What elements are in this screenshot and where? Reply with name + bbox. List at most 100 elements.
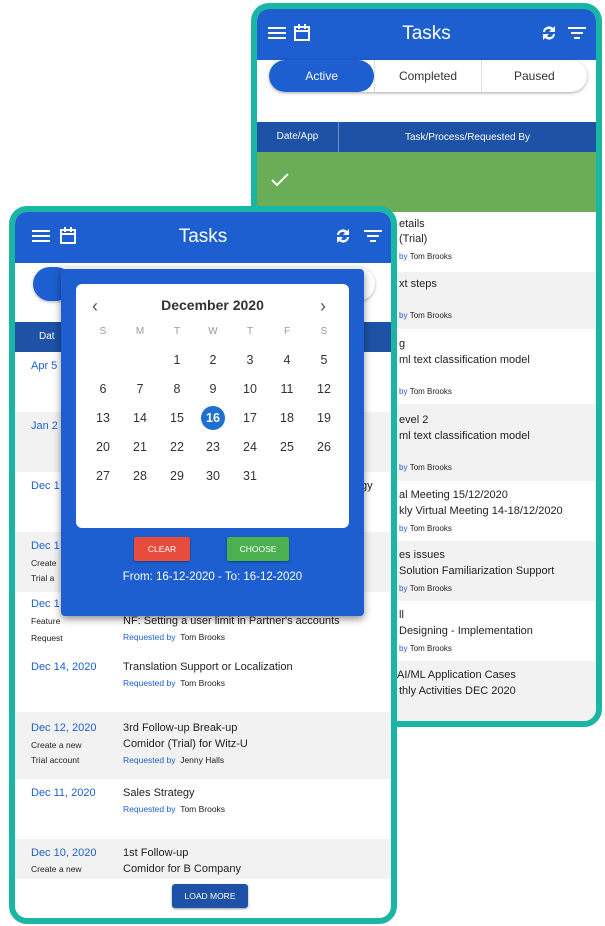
choose-button[interactable]: CHOOSE	[227, 537, 289, 561]
calendar-day[interactable]: 26	[312, 435, 336, 459]
completed-row-highlight[interactable]	[257, 152, 596, 212]
row-app: Create a new	[31, 864, 82, 874]
load-more-button[interactable]: LOAD MORE	[172, 884, 248, 908]
requested-by: Requested by Jenny Halls	[123, 755, 225, 765]
task-title: evel 2	[399, 414, 429, 426]
requested-by: Requested by Tom Brooks	[123, 804, 226, 814]
column-date-app: Date/App	[257, 122, 339, 152]
row-app: Create a new	[31, 740, 82, 750]
task-title-line2: ml text classification model	[399, 354, 530, 366]
table-row[interactable]: Dec 14, 2020 Translation Support or Loca…	[15, 652, 391, 712]
task-title-line2: thly Activities DEC 2020	[399, 685, 516, 697]
calendar-month-title: December 2020	[161, 297, 264, 313]
row-app: Feature	[31, 616, 61, 626]
row-date: Dec 1	[31, 480, 60, 492]
clear-button[interactable]: CLEAR	[134, 537, 190, 561]
tab-paused[interactable]: Paused	[480, 60, 587, 92]
tab-completed[interactable]: Completed	[374, 60, 480, 92]
task-title: NF: Setting a user limit in Partner's ac…	[123, 615, 340, 627]
calendar-day[interactable]: 13	[91, 406, 115, 430]
sync-icon[interactable]	[539, 23, 561, 45]
table-row[interactable]: Dec 12, 2020 Create a new Trial account …	[15, 712, 391, 779]
requested-by: by Tom Brooks	[399, 387, 452, 396]
calendar-day[interactable]: 23	[201, 435, 225, 459]
calendar-day[interactable]: 21	[128, 435, 152, 459]
calendar-day[interactable]: 15	[165, 406, 189, 430]
calendar-day[interactable]: 10	[238, 377, 262, 401]
requested-by: by Tom Brooks	[399, 524, 452, 533]
weekday-label: S	[99, 326, 107, 337]
row-date: Jan 2	[31, 420, 58, 432]
weekday-label: T	[246, 326, 254, 337]
task-title: Sales Strategy	[123, 787, 195, 799]
row-app-line2: Trial a	[31, 573, 55, 583]
task-title-line2: Designing - Implementation	[399, 625, 533, 637]
calendar-day[interactable]: 25	[275, 435, 299, 459]
app-bar: Tasks	[15, 212, 391, 263]
calendar-day[interactable]: 3	[238, 348, 262, 372]
task-title: es issues	[399, 549, 445, 561]
calendar-day[interactable]: 31	[238, 464, 262, 488]
tab-active[interactable]: Active	[269, 60, 375, 92]
task-title-line2: (Trial)	[399, 233, 428, 245]
calendar-day[interactable]: 11	[275, 377, 299, 401]
calendar-day[interactable]: 14	[128, 406, 152, 430]
calendar-day[interactable]: 18	[275, 406, 299, 430]
next-month-chevron-icon[interactable]: ›	[320, 296, 326, 317]
calendar-day[interactable]: 7	[128, 377, 152, 401]
filter-icon[interactable]	[567, 23, 589, 45]
weekday-label: W	[208, 326, 218, 337]
calendar-day[interactable]: 5	[312, 348, 336, 372]
table-row[interactable]: Dec 10, 2020 Create a new 1st Follow-up …	[15, 839, 391, 879]
calendar-day[interactable]: 8	[165, 377, 189, 401]
task-title: al Meeting 15/12/2020	[399, 489, 508, 501]
calendar-day[interactable]: 30	[201, 464, 225, 488]
weekday-label: S	[320, 326, 328, 337]
row-date: Dec 12, 2020	[31, 722, 97, 734]
calendar-day[interactable]: 22	[165, 435, 189, 459]
requested-by: by Tom Brooks	[399, 463, 452, 472]
calendar-day-selected[interactable]: 16	[201, 406, 225, 430]
requested-by: Requested by Tom Brooks	[123, 678, 226, 688]
task-title-line2: Comidor (Trial) for Witz-U	[123, 738, 248, 750]
date-range-dialog: ‹ December 2020 › S M T W T F S 1 2 3 4 5 6 7 8 9 10 11 12…	[61, 269, 364, 616]
calendar-day[interactable]: 6	[91, 377, 115, 401]
calendar-day[interactable]: 29	[165, 464, 189, 488]
calendar-day[interactable]: 24	[238, 435, 262, 459]
front-phone-screen: Tasks Dat Apr 5 Jan 2 Dec 1 gy Dec 1 Cre…	[9, 206, 397, 924]
requested-by: by Tom Brooks	[399, 252, 452, 261]
calendar-day[interactable]: 17	[238, 406, 262, 430]
calendar-day[interactable]: 20	[91, 435, 115, 459]
task-title: g	[399, 338, 406, 350]
calendar-day[interactable]: 19	[312, 406, 336, 430]
filter-icon[interactable]	[363, 226, 385, 248]
weekday-label: T	[173, 326, 181, 337]
status-tabs: Active Completed Paused	[269, 60, 587, 92]
task-title-line2: kly Virtual Meeting 14-18/12/2020	[399, 505, 563, 517]
calendar-day[interactable]: 9	[201, 377, 225, 401]
row-date: Apr 5	[31, 360, 58, 372]
calendar-day[interactable]: 12	[312, 377, 336, 401]
calendar-day[interactable]: 27	[91, 464, 115, 488]
task-title: AI/ML Application Cases	[397, 669, 516, 681]
calendar-day[interactable]: 28	[128, 464, 152, 488]
requested-by: by Tom Brooks	[399, 311, 452, 320]
calendar-day[interactable]: 2	[201, 348, 225, 372]
task-title: 1st Follow-up	[123, 847, 189, 859]
task-title-line2: Comidor for B Company	[123, 863, 241, 875]
row-date: Dec 11, 2020	[31, 787, 96, 799]
requested-by: by Tom Brooks	[399, 584, 452, 593]
row-date: Dec 1	[31, 540, 60, 552]
calendar: ‹ December 2020 › S M T W T F S 1 2 3 4 5 6 7 8 9 10 11 12…	[76, 284, 349, 528]
calendar-day[interactable]: 1	[165, 348, 189, 372]
task-title-line2: Solution Familiarization Support	[399, 565, 555, 577]
task-title: etails	[399, 218, 425, 230]
task-title: xt steps	[399, 278, 437, 290]
sync-icon[interactable]	[333, 226, 355, 248]
row-date: Dec 14, 2020	[31, 661, 97, 673]
task-title: ll	[399, 609, 404, 621]
table-row[interactable]: Dec 11, 2020 Sales Strategy Requested by…	[15, 779, 391, 839]
column-date-app: Dat	[39, 331, 55, 342]
calendar-day[interactable]: 4	[275, 348, 299, 372]
row-app-line2: Trial account	[31, 755, 80, 765]
